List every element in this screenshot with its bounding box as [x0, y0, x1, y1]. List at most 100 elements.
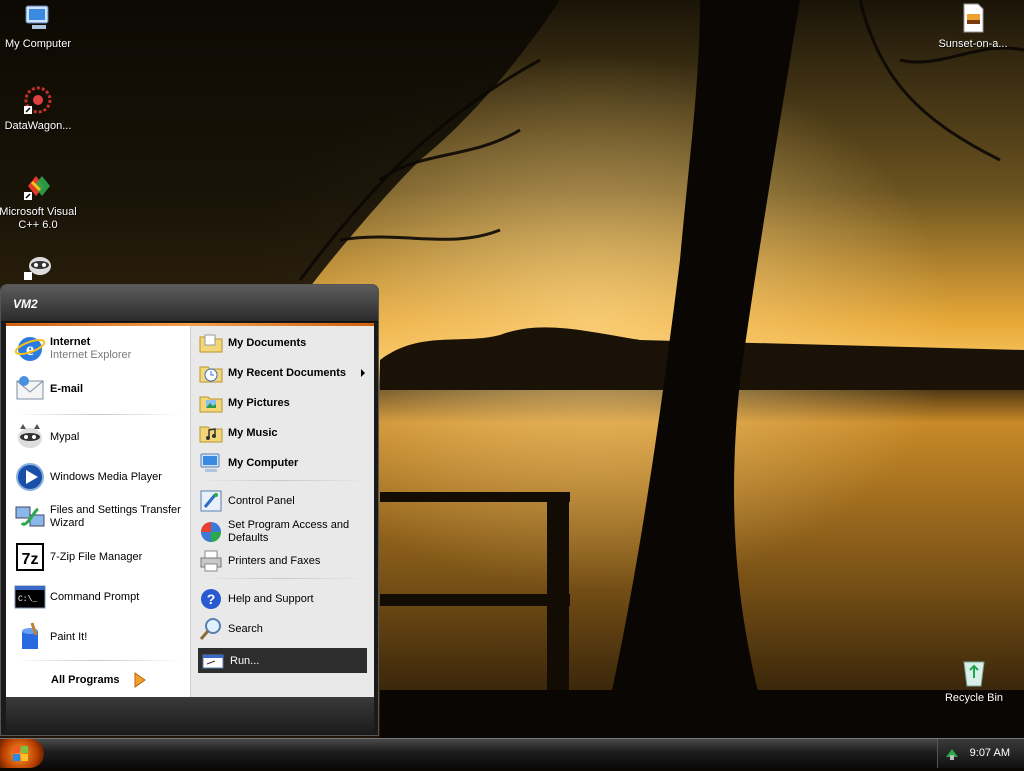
program-access-icon: [201, 522, 221, 542]
folder-music-icon: [199, 426, 223, 443]
recycle-bin-icon: [963, 661, 985, 687]
system-item-program-access[interactable]: Set Program Access and Defaults: [199, 519, 369, 545]
place-item-my-documents[interactable]: My Documents: [199, 331, 306, 355]
help-item-label: Search: [228, 623, 263, 635]
internet-explorer-icon: e: [14, 337, 46, 361]
place-item-recent-documents[interactable]: My Recent Documents: [199, 361, 346, 385]
separator: [14, 660, 182, 661]
separator: [199, 578, 367, 579]
run-highlight: Run...: [198, 648, 367, 673]
computer-icon: [25, 5, 49, 29]
start-menu-body: e Internet Internet Explorer E-mail Mypal…: [6, 326, 374, 697]
help-item-help-support[interactable]: ? Help and Support: [199, 587, 314, 611]
pinned-item-subtitle: Internet Explorer: [50, 349, 132, 361]
recent-item-label: Files and Settings Transfer Wizard: [50, 504, 181, 529]
desktop-icon-my-computer[interactable]: My Computer: [0, 2, 78, 51]
system-item-label: Set Program Access and Defaults: [228, 519, 350, 544]
system-item-control-panel[interactable]: Control Panel: [199, 489, 295, 513]
email-icon: [16, 376, 44, 400]
place-item-my-pictures[interactable]: My Pictures: [199, 391, 290, 415]
separator: [14, 414, 182, 415]
recent-item-transfer-wizard[interactable]: Files and Settings Transfer Wizard: [14, 501, 186, 533]
recent-documents-icon: [199, 366, 223, 383]
system-item-label: Control Panel: [228, 495, 295, 507]
command-prompt-icon: C:\_: [14, 585, 46, 609]
all-programs-label: All Programs: [51, 674, 120, 686]
pinned-item-title: Internet: [50, 336, 91, 348]
recent-item-label: 7-Zip File Manager: [50, 550, 143, 563]
recent-item-7zip[interactable]: 7z 7-Zip File Manager: [14, 541, 142, 573]
separator: [199, 480, 367, 481]
paint-icon: [22, 622, 38, 649]
start-menu: VM2 e Internet Internet Explorer E-mail M…: [0, 284, 379, 736]
help-item-search[interactable]: Search: [199, 617, 263, 641]
windows-logo-icon: [13, 746, 28, 761]
recent-item-label: Mypal: [50, 430, 80, 443]
svg-text:?: ?: [207, 591, 216, 607]
recent-item-mypal[interactable]: Mypal: [14, 421, 79, 453]
svg-text:7z: 7z: [22, 551, 39, 568]
datawagon-icon: [24, 86, 52, 114]
submenu-arrow-icon: [361, 369, 365, 377]
place-item-label: My Computer: [228, 457, 299, 469]
desktop-icon-label: My Computer: [4, 38, 72, 50]
pinned-item-internet[interactable]: e Internet Internet Explorer: [14, 333, 131, 365]
help-item-run[interactable]: Run...: [201, 649, 259, 673]
start-menu-header: VM2: [1, 285, 378, 322]
help-item-label: Help and Support: [228, 593, 314, 605]
desktop-icon-label: DataWagon...: [4, 120, 72, 132]
recent-item-media-player[interactable]: Windows Media Player: [14, 461, 162, 493]
network-tray-icon[interactable]: [944, 745, 960, 761]
desktop-icon-datawagon[interactable]: DataWagon...: [0, 84, 78, 133]
system-item-printers[interactable]: Printers and Faxes: [199, 549, 320, 573]
place-item-label: My Documents: [228, 337, 307, 349]
run-icon: [202, 654, 224, 669]
recent-item-paint[interactable]: Paint It!: [14, 621, 87, 653]
arrow-right-icon: [134, 672, 147, 688]
place-item-label: My Music: [228, 427, 278, 439]
pinned-item-title: E-mail: [50, 382, 84, 395]
help-icon: ?: [201, 589, 221, 609]
recent-item-label: Windows Media Player: [50, 470, 162, 483]
svg-text:C:\_: C:\_: [18, 595, 37, 604]
desktop-icon-visual-cpp[interactable]: Microsoft Visual C++ 6.0: [0, 170, 78, 232]
7zip-icon: 7z: [16, 543, 44, 571]
taskbar: 9:07 AM: [0, 738, 1024, 768]
mypal-icon: [18, 424, 42, 448]
recent-item-label: Paint It!: [50, 630, 88, 643]
visual-cpp-icon: [24, 176, 50, 200]
system-item-label: Printers and Faxes: [228, 555, 321, 567]
search-icon: [199, 618, 221, 640]
place-item-label: My Recent Documents: [228, 367, 346, 379]
start-button[interactable]: [0, 739, 44, 768]
desktop-icon-label: Microsoft Visual C++ 6.0: [0, 206, 77, 231]
recent-item-command-prompt[interactable]: C:\_ Command Prompt: [14, 581, 139, 613]
computer-icon: [200, 453, 220, 472]
start-menu-left-column: e Internet Internet Explorer E-mail Mypal…: [6, 326, 190, 697]
place-item-label: My Pictures: [228, 397, 290, 409]
transfer-wizard-icon: [15, 506, 45, 527]
folder-pictures-icon: [199, 396, 223, 413]
system-tray: 9:07 AM: [937, 739, 1024, 768]
desktop-icon-sunset[interactable]: Sunset-on-a...: [933, 2, 1013, 51]
start-menu-right-column: My Documents My Recent Documents My Pict…: [190, 326, 374, 697]
place-item-my-computer[interactable]: My Computer: [199, 451, 298, 475]
desktop-icon-label: Sunset-on-a...: [938, 38, 1008, 50]
desktop-icon-label: Recycle Bin: [944, 692, 1004, 704]
clock[interactable]: 9:07 AM: [970, 747, 1010, 759]
raccoon-icon: [24, 257, 51, 280]
all-programs-button[interactable]: All Programs: [51, 672, 147, 688]
user-name: VM2: [13, 297, 38, 311]
desktop-icon-mypal[interactable]: [0, 250, 78, 286]
place-item-my-music[interactable]: My Music: [199, 421, 278, 445]
control-panel-icon: [200, 490, 222, 512]
pinned-item-email[interactable]: E-mail: [14, 373, 83, 405]
desktop-icon-recycle-bin[interactable]: Recycle Bin: [934, 656, 1014, 705]
start-menu-footer: [6, 697, 374, 735]
recent-item-label: Command Prompt: [50, 590, 140, 603]
image-file-icon: [963, 3, 984, 33]
help-item-label: Run...: [230, 655, 260, 667]
printer-icon: [200, 550, 222, 572]
media-player-icon: [16, 463, 44, 491]
folder-documents-icon: [199, 334, 223, 353]
